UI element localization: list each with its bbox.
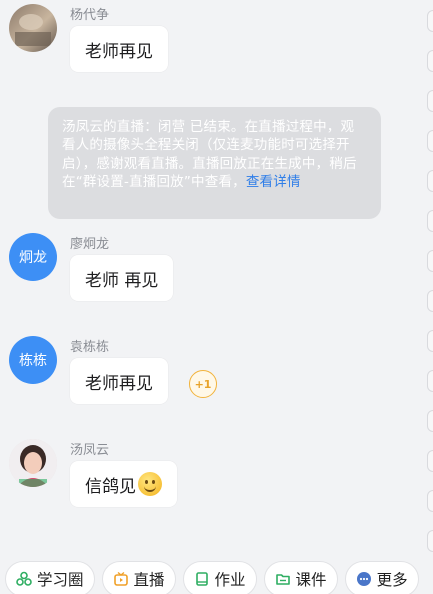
toolbar-label: 课件 [295, 571, 327, 589]
smile-emoji-icon [138, 472, 162, 496]
message-bubble[interactable]: 老师再见 [70, 26, 168, 72]
study-circle-button[interactable]: 学习圈 [5, 561, 95, 594]
avatar[interactable] [9, 439, 57, 487]
avatar-photo-icon [9, 439, 57, 487]
avatar-photo-icon [15, 14, 51, 46]
sender-name: 汤凤云 [70, 443, 110, 458]
message-bubble[interactable]: 老师 再见 [70, 255, 174, 301]
homework-button[interactable]: 作业 [182, 561, 257, 594]
message-text: 信鸽见 [85, 476, 136, 497]
more-dots-icon [356, 572, 371, 586]
toolbar-label: 直播 [133, 571, 165, 589]
right-edge-decoration [425, 0, 433, 594]
live-tv-icon [113, 571, 128, 586]
avatar[interactable]: 炯龙 [9, 233, 57, 281]
toolbar-label: 作业 [214, 571, 246, 589]
folder-icon [275, 574, 290, 585]
study-circle-icon [16, 571, 32, 586]
live-ended-notice: 汤凤云的直播：闭营 已结束。在直播过程中，观看人的摄像头全程关闭（仅连麦功能时可… [48, 107, 381, 219]
bottom-toolbar: 学习圈 直播 作业 课件 更多 [0, 561, 433, 594]
live-button[interactable]: 直播 [101, 561, 176, 594]
sender-name: 袁栋栋 [70, 340, 110, 355]
plus-one-reaction[interactable]: +1 [189, 370, 217, 398]
toolbar-label: 学习圈 [37, 571, 84, 589]
avatar[interactable] [9, 4, 57, 52]
toolbar-label: 更多 [376, 571, 408, 589]
sender-name: 廖炯龙 [70, 237, 110, 252]
avatar[interactable]: 栋栋 [9, 336, 57, 384]
message-bubble[interactable]: 老师再见 [70, 358, 168, 404]
notice-text: 汤凤云的直播：闭营 已结束。在直播过程中，观看人的摄像头全程关闭（仅连麦功能时可… [62, 119, 357, 190]
message-bubble[interactable]: 信鸽见 [70, 461, 177, 507]
sender-name: 杨代争 [70, 8, 110, 23]
courseware-button[interactable]: 课件 [263, 561, 338, 594]
homework-book-icon [195, 572, 208, 586]
more-button[interactable]: 更多 [344, 561, 419, 594]
view-details-link[interactable]: 查看详情 [246, 174, 301, 190]
